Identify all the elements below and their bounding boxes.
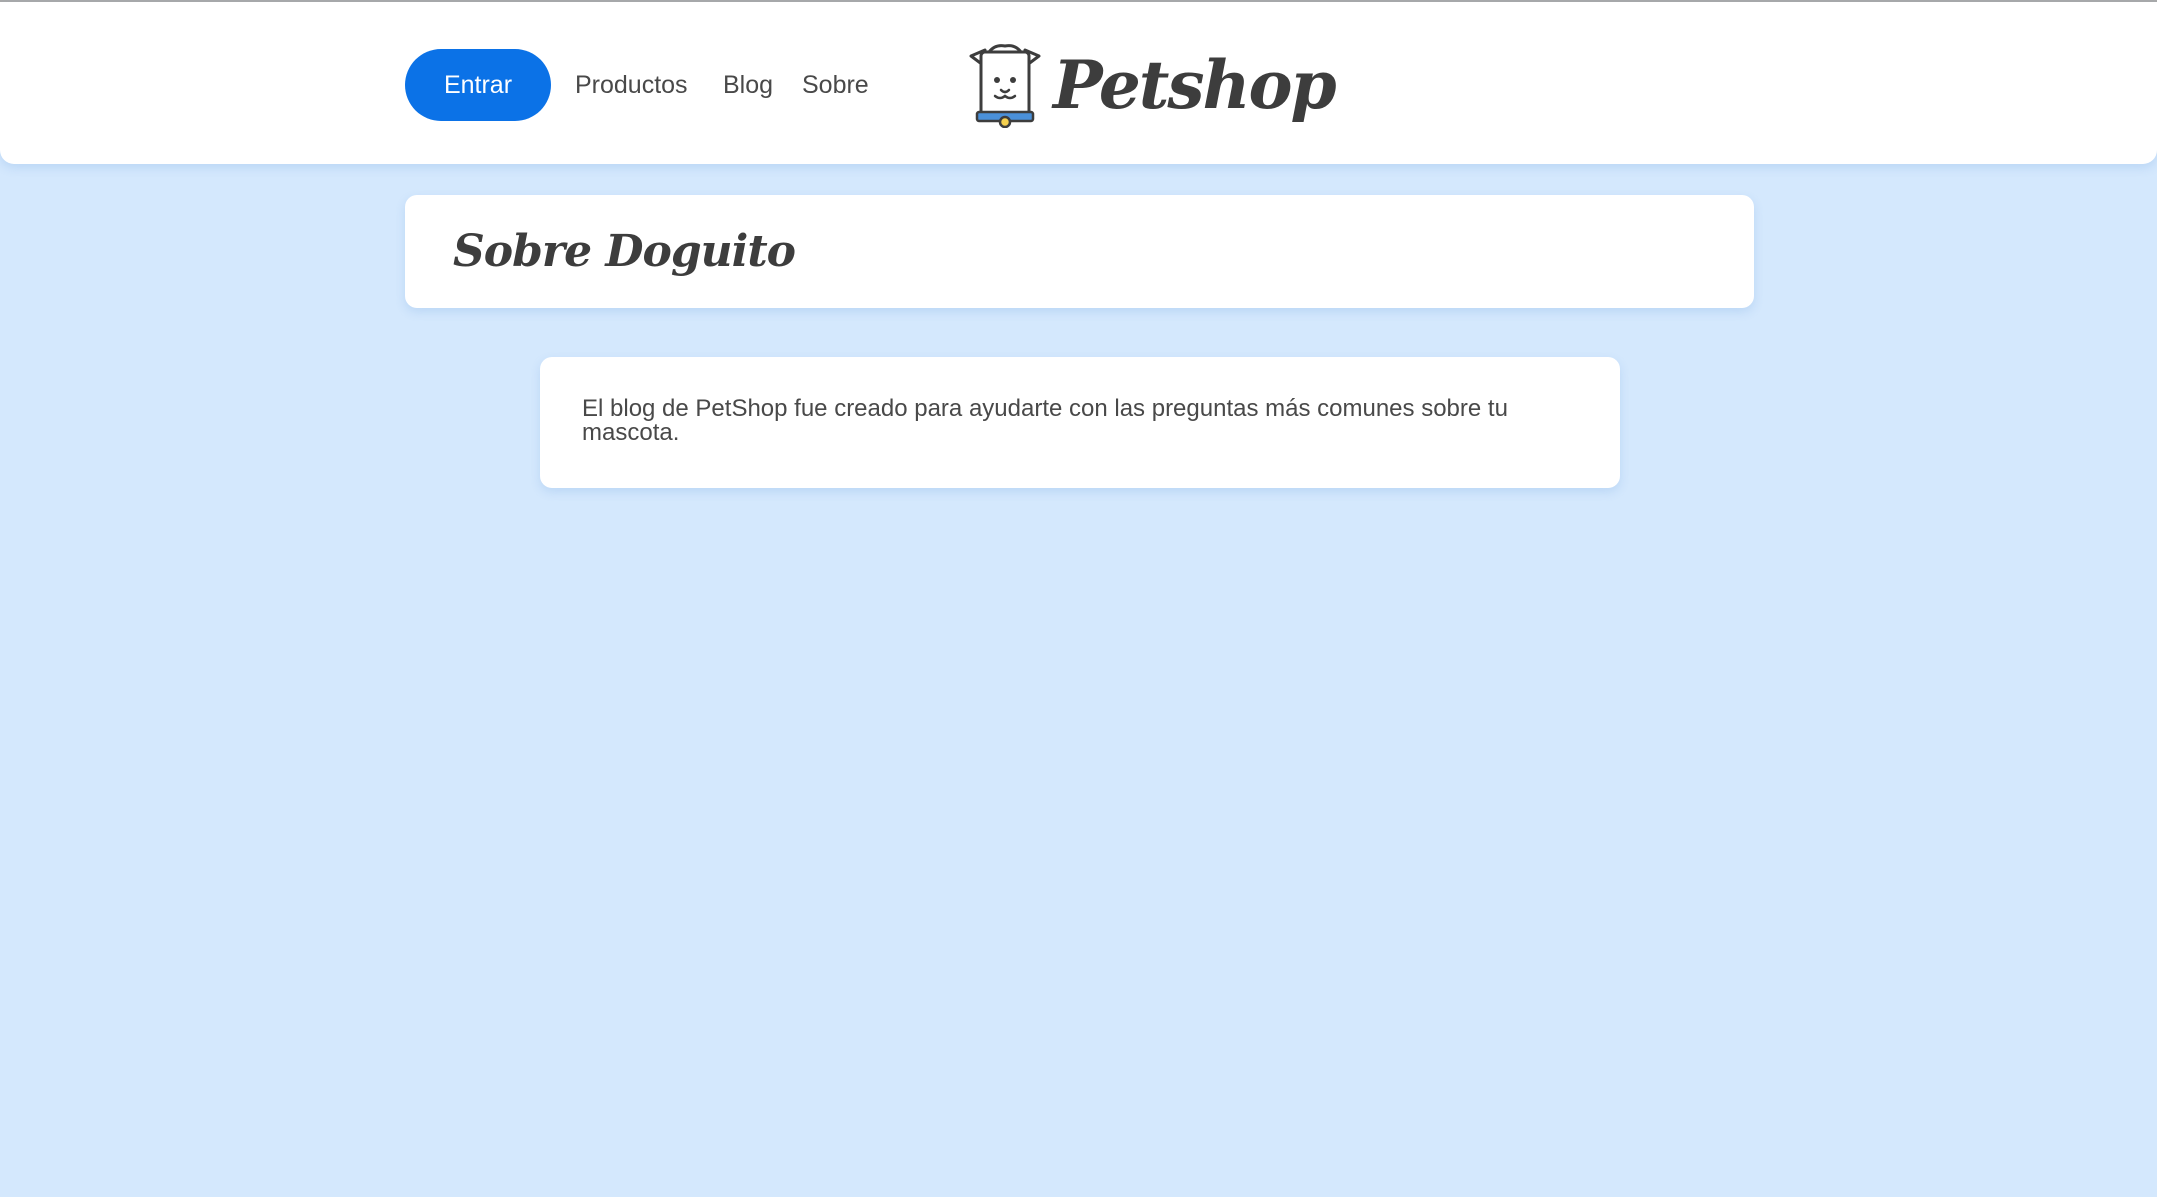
title-card: Sobre Doguito <box>405 195 1754 308</box>
nav-link-blog[interactable]: Blog <box>723 49 773 121</box>
info-card: El blog de PetShop fue creado para ayuda… <box>540 357 1620 488</box>
petshop-logo[interactable]: Petshop <box>965 42 1337 142</box>
site-header: Entrar Productos Blog Sobre Petshop <box>0 2 2157 164</box>
logo-text: Petshop <box>1053 46 1337 124</box>
dog-icon <box>969 44 1041 128</box>
nav-link-about[interactable]: Sobre <box>802 49 869 121</box>
page-title: Sobre Doguito <box>453 226 796 277</box>
info-text: El blog de PetShop fue creado para ayuda… <box>582 395 1508 446</box>
nav-link-products[interactable]: Productos <box>575 49 688 121</box>
enter-button[interactable]: Entrar <box>405 49 551 121</box>
